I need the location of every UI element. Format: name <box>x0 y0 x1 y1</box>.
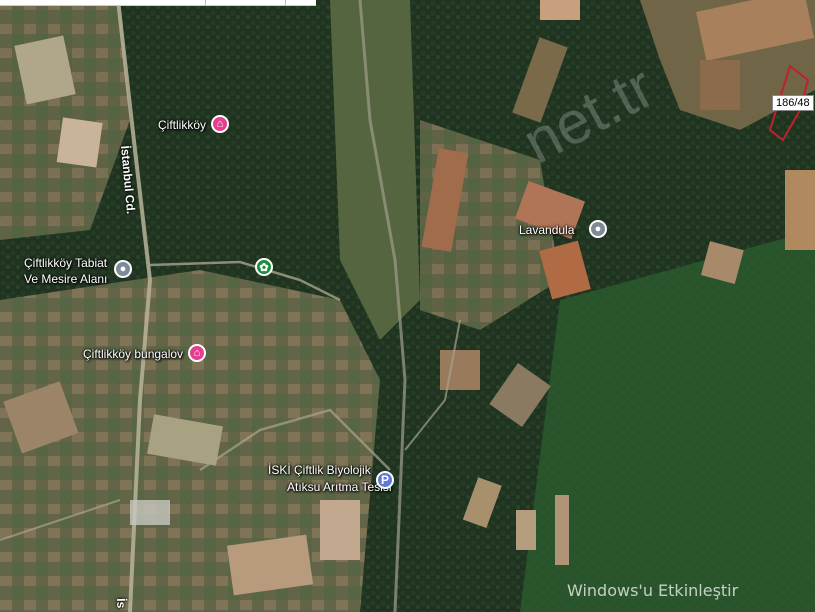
satellite-terrain <box>0 0 815 612</box>
field-patch <box>320 500 360 560</box>
top-toolbar-strip <box>0 0 316 6</box>
place-pin-icon[interactable]: ● <box>589 220 607 238</box>
road-label-fragment: İs <box>114 598 129 609</box>
place-label-lavandula[interactable]: Lavandula <box>519 223 574 237</box>
place-label-ciftlikkoy[interactable]: Çiftlikköy <box>158 118 206 132</box>
toolbar-divider <box>205 0 206 5</box>
place-label-iski-line1[interactable]: İSKİ Çiftlik Biyolojik <box>268 463 371 477</box>
hotel-bed-icon[interactable]: ⌂ <box>211 115 229 133</box>
field-patch <box>555 495 569 565</box>
park-flower-icon[interactable]: ✿ <box>255 258 273 276</box>
field-patch <box>700 60 740 110</box>
place-label-tabiat-line2[interactable]: Ve Mesire Alanı <box>24 272 107 286</box>
parking-icon[interactable]: P <box>376 471 394 489</box>
field-patch <box>785 170 815 250</box>
place-label-tabiat-line1[interactable]: Çiftlikköy Tabiat <box>24 256 107 270</box>
place-label-bungalov[interactable]: Çiftlikköy bungalov <box>83 347 183 361</box>
place-pin-icon[interactable]: ● <box>114 260 132 278</box>
field-patch <box>56 117 103 168</box>
field-patch <box>516 510 536 550</box>
field-patch <box>540 0 580 20</box>
satellite-map[interactable]: net.tr İstanbul Cd. İs Çiftlikköy ⌂ Çift… <box>0 0 815 612</box>
hotel-bed-icon[interactable]: ⌂ <box>188 344 206 362</box>
parcel-number-label[interactable]: 186/48 <box>772 95 814 111</box>
facility-structure <box>130 500 170 525</box>
windows-activation-notice: Windows'u Etkinleştir <box>567 581 739 600</box>
field-patch <box>440 350 480 390</box>
toolbar-divider <box>285 0 286 5</box>
